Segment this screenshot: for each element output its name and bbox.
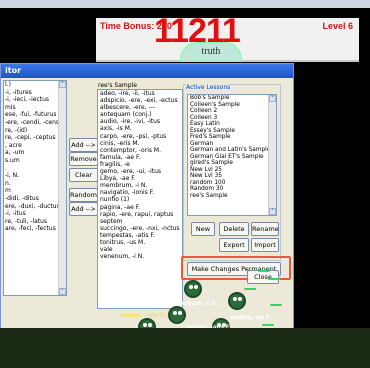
list-item[interactable]: nunfio (1) bbox=[98, 196, 182, 203]
floating-word[interactable]: verbum, -i N. bbox=[178, 300, 217, 307]
green-dash bbox=[268, 278, 280, 280]
floating-word[interactable]: pagina, -ae F. bbox=[230, 314, 271, 321]
list-item[interactable]: mis bbox=[4, 104, 66, 112]
list-item[interactable]: re, -tuli, -latus bbox=[4, 218, 66, 226]
list-item[interactable]: famula, -ae F. bbox=[98, 154, 182, 161]
lesson-editor-window: itor l.) -i, -itures -i, -ieci, -iectus mis… bbox=[0, 63, 294, 337]
list-item[interactable]: contemptor, -oris M. bbox=[98, 147, 182, 154]
lesson-item[interactable]: German and Latin's Sample bbox=[188, 147, 276, 154]
level-indicator: Level 6 bbox=[322, 21, 353, 31]
close-button[interactable]: Close bbox=[247, 270, 279, 284]
list-item[interactable]: -i, -itus bbox=[4, 210, 66, 218]
left-list-scrollbar[interactable]: ˄ ˅ bbox=[58, 81, 66, 295]
green-dash bbox=[258, 270, 270, 272]
list-item[interactable]: -didi, -ditus bbox=[4, 195, 66, 203]
list-item[interactable]: re, -cepi, -ceptus bbox=[4, 134, 66, 142]
list-item[interactable]: l.) bbox=[4, 81, 66, 89]
list-item[interactable]: rapio, -ere, rapui, raptus bbox=[98, 211, 182, 218]
list-item[interactable]: are, -feci, -fectus bbox=[4, 225, 66, 233]
list-item[interactable]: septem bbox=[98, 218, 182, 225]
scroll-down-arrow-icon[interactable]: ˅ bbox=[59, 288, 66, 295]
list-item[interactable]: -i, N. bbox=[4, 172, 66, 180]
rename-lesson-button[interactable]: Rename bbox=[251, 222, 279, 236]
random-button[interactable]: Random bbox=[69, 188, 98, 202]
list-item[interactable]: re, -(id) bbox=[4, 127, 66, 135]
list-item[interactable]: adeo, -ire, -ii, -itus bbox=[98, 90, 182, 97]
game-area: Time Bonus: 200 11211 Level 6 truth itor… bbox=[0, 8, 370, 368]
list-item[interactable]: n. bbox=[4, 180, 66, 188]
list-item[interactable]: axis, -is M. bbox=[98, 125, 182, 132]
list-item[interactable]: pagina, -ae F. bbox=[98, 204, 182, 211]
window-title: itor bbox=[5, 66, 22, 75]
list-item[interactable]: navigatio, -ionis F. bbox=[98, 189, 182, 196]
green-dash bbox=[262, 324, 274, 326]
list-item[interactable]: -ere, -cendi, -census bbox=[4, 119, 66, 127]
list-item[interactable]: Libya, -ae F. bbox=[98, 175, 182, 182]
list-item[interactable]: m bbox=[4, 187, 66, 195]
active-lessons-list[interactable]: Bob's Sample Colleen's Sample Colleen 2 Col… bbox=[187, 94, 277, 216]
vocab-list-left[interactable]: l.) -i, -itures -i, -ieci, -iectus mis ese, … bbox=[3, 80, 67, 296]
floating-word[interactable]: vulnus, -eris N. bbox=[120, 312, 167, 319]
delete-lesson-button[interactable]: Delete bbox=[219, 222, 249, 236]
list-item[interactable]: ere, -duxi, -ductus bbox=[4, 203, 66, 211]
list-item[interactable]: gemo, -ere, -ui, -itus bbox=[98, 168, 182, 175]
list-item[interactable]: -i, -ieci, -iectus bbox=[4, 96, 66, 104]
clear-button[interactable]: Clear bbox=[69, 168, 98, 182]
list-item[interactable]: venenum, -i N. bbox=[98, 253, 182, 260]
green-dash bbox=[270, 304, 282, 306]
hud-panel: Time Bonus: 200 11211 Level 6 truth bbox=[96, 12, 359, 62]
list-item[interactable]: membrum, -i N. bbox=[98, 182, 182, 189]
lesson-name-label: ree's Sample bbox=[98, 82, 137, 89]
list-item[interactable]: . bbox=[4, 165, 66, 173]
list-item[interactable]: tonitrus, -us M. bbox=[98, 239, 182, 246]
green-creature bbox=[186, 282, 200, 296]
scroll-up-arrow-icon[interactable]: ˄ bbox=[59, 81, 66, 88]
green-creature bbox=[170, 308, 184, 322]
list-item[interactable]: adspicio, -ere, -exi, -ectus bbox=[98, 97, 182, 104]
green-dash bbox=[244, 288, 256, 290]
footer-band bbox=[0, 328, 370, 368]
export-button[interactable]: Export bbox=[219, 238, 249, 252]
random-add-button[interactable]: Add --> bbox=[69, 202, 98, 216]
list-item[interactable]: carpo, -ere, -psi, -ptus bbox=[98, 133, 182, 140]
list-item[interactable]: cinis, -eris M. bbox=[98, 140, 182, 147]
list-item[interactable]: fragilis, -e bbox=[98, 161, 182, 168]
list-item[interactable]: tempestas, -atis F. bbox=[98, 232, 182, 239]
green-creature bbox=[230, 294, 244, 308]
list-item[interactable]: ese, -fui, -futurus bbox=[4, 111, 66, 119]
import-button[interactable]: Import bbox=[251, 238, 279, 252]
list-item[interactable]: , acre bbox=[4, 142, 66, 150]
list-item[interactable]: succingo, -ere, -nxi, -nctus bbox=[98, 225, 182, 232]
list-item[interactable]: audio, -ire, -ivi, -itus bbox=[98, 118, 182, 125]
list-item[interactable]: antequam (conj.) bbox=[98, 111, 182, 118]
list-item[interactable]: -i, -itures bbox=[4, 89, 66, 97]
window-titlebar[interactable]: itor bbox=[1, 64, 293, 78]
list-item[interactable]: albescere, -ere, --- bbox=[98, 104, 182, 111]
new-lesson-button[interactable]: New bbox=[191, 222, 215, 236]
list-item[interactable]: s.um bbox=[4, 157, 66, 165]
desktop-top-strip bbox=[0, 0, 370, 8]
list-item[interactable]: a, -um bbox=[4, 149, 66, 157]
lessons-scrollbar[interactable]: ˄ ˅ bbox=[268, 95, 276, 215]
remove-button[interactable]: Remove bbox=[69, 152, 98, 166]
lesson-item[interactable]: ree's Sample bbox=[188, 193, 276, 200]
active-lessons-label: Active Lessons bbox=[186, 84, 231, 91]
lesson-vocab-list[interactable]: adeo, -ire, -ii, -itus adspicio, -ere, -e… bbox=[97, 89, 183, 309]
add-button[interactable]: Add --> bbox=[69, 138, 98, 152]
scroll-down-arrow-icon[interactable]: ˅ bbox=[269, 208, 276, 215]
scroll-up-arrow-icon[interactable]: ˄ bbox=[269, 95, 276, 102]
truth-badge: truth bbox=[180, 42, 242, 62]
list-item[interactable]: vale bbox=[98, 246, 182, 253]
